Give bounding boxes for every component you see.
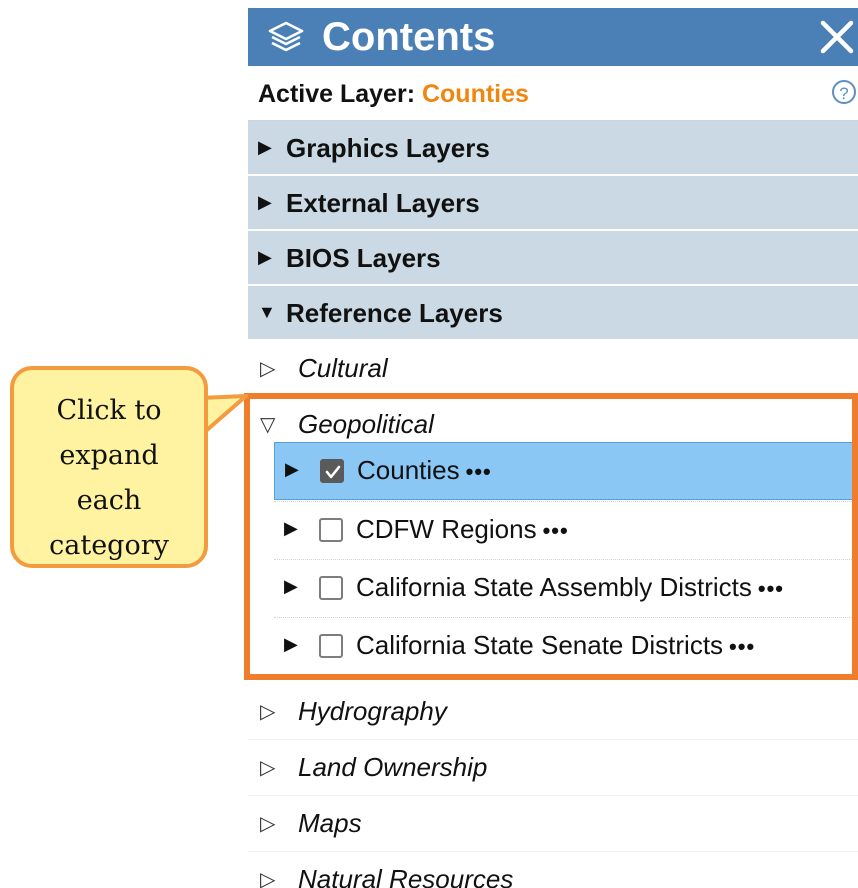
section-label: Graphics Layers bbox=[286, 133, 490, 163]
active-layer-label: Active Layer: bbox=[258, 80, 416, 108]
section-label: Reference Layers bbox=[286, 298, 503, 328]
collapsed-triangle-icon: ▷ bbox=[260, 701, 276, 723]
category-label: Maps bbox=[298, 808, 362, 838]
more-options-icon[interactable]: ••• bbox=[729, 634, 755, 659]
collapsed-arrow-icon: ▶ bbox=[258, 137, 272, 157]
layer-row-cdfw-regions[interactable]: ▶ CDFW Regions ••• bbox=[274, 501, 858, 559]
collapsed-triangle-icon: ▷ bbox=[260, 813, 276, 835]
category-hydrography[interactable]: ▷ Hydrography bbox=[248, 684, 858, 740]
layer-label: Counties bbox=[357, 455, 460, 485]
layer-label: California State Senate Districts bbox=[356, 630, 724, 660]
category-label: Hydrography bbox=[298, 696, 447, 726]
category-land-ownership[interactable]: ▷ Land Ownership bbox=[248, 740, 858, 796]
category-cultural[interactable]: ▷ Cultural bbox=[248, 341, 858, 397]
category-label: Natural Resources bbox=[298, 864, 514, 888]
expanded-triangle-icon: ▽ bbox=[260, 414, 276, 436]
collapsed-arrow-icon: ▶ bbox=[258, 247, 272, 267]
active-layer-row: Active Layer: Counties ? bbox=[248, 66, 858, 121]
section-label: External Layers bbox=[286, 188, 480, 218]
expand-arrow-icon[interactable]: ▶ bbox=[284, 518, 298, 539]
category-label: Cultural bbox=[298, 353, 388, 383]
callout-line: each bbox=[76, 485, 142, 516]
active-layer-value: Counties bbox=[421, 80, 529, 108]
layer-checkbox[interactable] bbox=[320, 459, 344, 483]
more-options-icon[interactable]: ••• bbox=[543, 518, 569, 543]
contents-panel: Contents Active Layer: Counties ? ▶ Grap… bbox=[248, 8, 858, 888]
collapsed-triangle-icon: ▷ bbox=[260, 757, 276, 779]
layer-label: California State Assembly Districts bbox=[356, 572, 752, 602]
layer-row-assembly-districts[interactable]: ▶ California State Assembly Districts ••• bbox=[274, 559, 858, 617]
layer-row-counties[interactable]: ▶ Counties ••• bbox=[274, 442, 858, 500]
expanded-arrow-icon: ▼ bbox=[258, 302, 276, 322]
callout-line: expand bbox=[59, 440, 159, 471]
callout-line: category bbox=[49, 530, 169, 561]
section-bios-layers[interactable]: ▶ BIOS Layers bbox=[248, 231, 858, 286]
collapsed-arrow-icon: ▶ bbox=[258, 192, 272, 212]
expand-arrow-icon[interactable]: ▶ bbox=[284, 634, 298, 655]
layer-checkbox[interactable] bbox=[319, 576, 343, 600]
more-options-icon[interactable]: ••• bbox=[466, 459, 492, 484]
section-graphics-layers[interactable]: ▶ Graphics Layers bbox=[248, 121, 858, 176]
collapsed-triangle-icon: ▷ bbox=[260, 869, 276, 888]
layer-row-senate-districts[interactable]: ▶ California State Senate Districts ••• bbox=[274, 617, 858, 675]
more-options-icon[interactable]: ••• bbox=[758, 576, 784, 601]
callout-text: Click to expand each category bbox=[14, 388, 204, 568]
layers-icon bbox=[266, 20, 306, 54]
collapsed-triangle-icon: ▷ bbox=[260, 358, 276, 380]
expand-arrow-icon[interactable]: ▶ bbox=[284, 576, 298, 597]
section-reference-layers[interactable]: ▼ Reference Layers bbox=[248, 286, 858, 341]
panel-title: Contents bbox=[322, 15, 496, 59]
section-label: BIOS Layers bbox=[286, 243, 441, 273]
help-icon[interactable]: ? bbox=[832, 80, 856, 104]
close-icon[interactable] bbox=[818, 18, 856, 56]
category-label: Land Ownership bbox=[298, 752, 488, 782]
layer-label: CDFW Regions bbox=[356, 514, 537, 544]
callout-box: Click to expand each category bbox=[10, 366, 208, 568]
section-external-layers[interactable]: ▶ External Layers bbox=[248, 176, 858, 231]
category-label: Geopolitical bbox=[298, 409, 434, 439]
category-maps[interactable]: ▷ Maps bbox=[248, 796, 858, 852]
expand-arrow-icon[interactable]: ▶ bbox=[285, 459, 299, 480]
callout-line: Click to bbox=[56, 395, 162, 426]
category-natural-resources[interactable]: ▷ Natural Resources bbox=[248, 852, 858, 888]
category-geopolitical[interactable]: ▽ Geopolitical ▶ Counties ••• ▶ CDFW Regi… bbox=[248, 397, 858, 684]
layer-checkbox[interactable] bbox=[319, 518, 343, 542]
panel-header: Contents bbox=[248, 8, 858, 66]
layer-checkbox[interactable] bbox=[319, 634, 343, 658]
